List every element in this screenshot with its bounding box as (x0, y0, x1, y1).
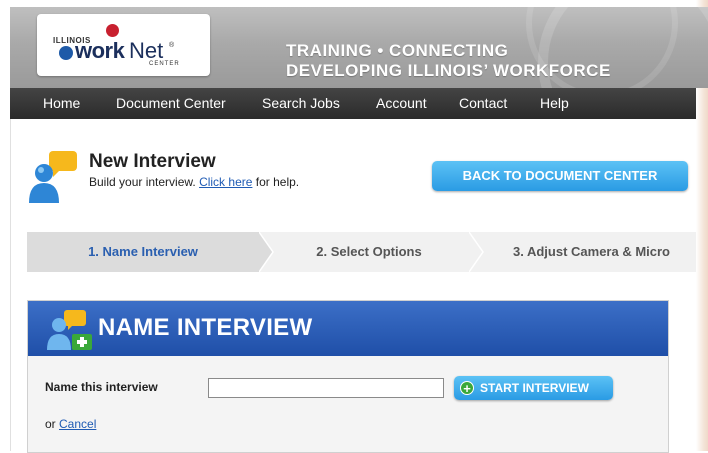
interview-name-input[interactable] (208, 378, 444, 398)
header-tagline: TRAINING • CONNECTING DEVELOPING ILLINOI… (286, 41, 611, 81)
or-text: or (45, 417, 56, 431)
name-interview-panel: NAME INTERVIEW Name this interview + STA… (27, 300, 669, 453)
step-adjust-camera[interactable]: 3. Adjust Camera & Micro (513, 232, 696, 272)
content-left-border (10, 119, 11, 451)
plus-icon: + (460, 381, 474, 395)
start-interview-button[interactable]: + START INTERVIEW (454, 376, 613, 400)
step-name-interview[interactable]: 1. Name Interview (27, 232, 259, 272)
tagline-line-1: TRAINING • CONNECTING (286, 41, 509, 60)
help-link[interactable]: Click here (199, 175, 252, 189)
back-to-document-center-button[interactable]: BACK TO DOCUMENT CENTER (432, 161, 688, 191)
nav-item-help[interactable]: Help (540, 88, 569, 119)
panel-title: NAME INTERVIEW (98, 314, 313, 341)
subtitle-prefix: Build your interview. (89, 175, 196, 189)
step-chevron-icon (469, 232, 484, 272)
tagline-line-2: DEVELOPING ILLINOIS’ WORKFORCE (286, 61, 611, 80)
nav-item-home[interactable]: Home (43, 88, 80, 119)
subtitle-suffix: for help. (255, 175, 300, 189)
nav-item-document-center[interactable]: Document Center (116, 88, 226, 119)
wizard-steps: 1. Name Interview 2. Select Options 3. A… (27, 232, 696, 272)
nav-item-account[interactable]: Account (376, 88, 427, 119)
panel-header: NAME INTERVIEW (28, 301, 668, 356)
interview-person-icon (29, 151, 77, 203)
cancel-link[interactable]: Cancel (59, 417, 96, 431)
site-header: ILLINOIS work Net ® CENTER TRAINING • CO… (10, 7, 708, 88)
page-subtitle: Build your interview. Click here for hel… (89, 175, 299, 189)
step-select-options[interactable]: 2. Select Options (259, 232, 479, 272)
add-person-icon (47, 310, 92, 350)
logo-registered-mark: ® (169, 42, 175, 49)
cancel-line: or Cancel (45, 417, 96, 431)
nav-item-search-jobs[interactable]: Search Jobs (262, 88, 340, 119)
page-title: New Interview (89, 151, 216, 172)
logo-center-text: CENTER (149, 61, 180, 67)
nav-item-contact[interactable]: Contact (459, 88, 507, 119)
site-logo[interactable]: ILLINOIS work Net ® CENTER (37, 14, 210, 76)
start-interview-label: START INTERVIEW (480, 381, 589, 395)
main-nav: Home Document Center Search Jobs Account… (10, 88, 696, 119)
logo-work-text: work (75, 38, 125, 63)
logo-red-dot (106, 24, 119, 37)
logo-blue-dot (59, 46, 73, 60)
interview-name-label: Name this interview (45, 380, 158, 394)
